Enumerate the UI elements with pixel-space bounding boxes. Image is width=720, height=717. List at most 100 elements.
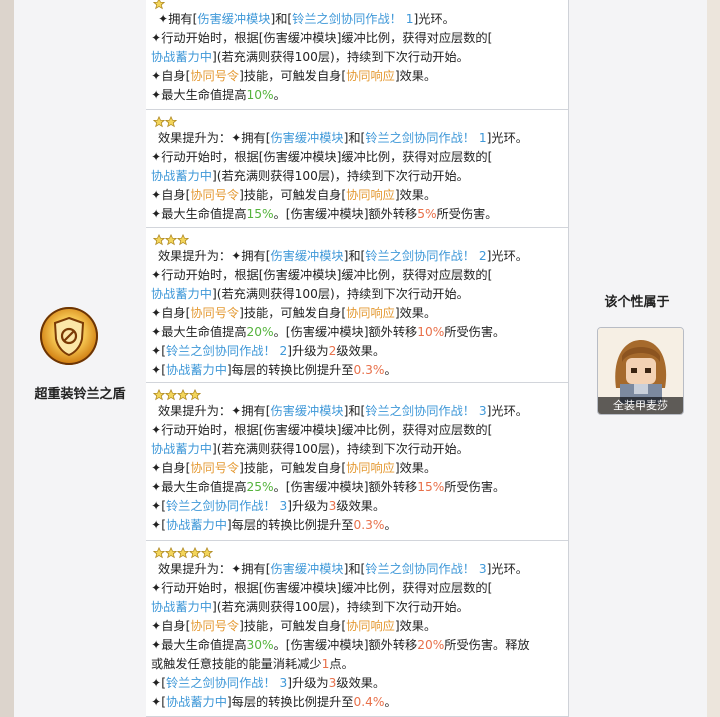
effect-line: ✦[协战蓄力中]每层的转换比例提升至0.3%。 [151, 516, 397, 535]
keyword-text: 协同号令 [190, 619, 240, 633]
effect-line: 协战蓄力中](若充满则获得100层)，持续到下次行动开始。 [151, 598, 469, 617]
effect-text: 。[伤害缓冲模块]额外转移 [273, 325, 418, 339]
star-icon [177, 547, 189, 559]
level-row-2: 效果提升为：✦拥有[伤害缓冲模块]和[铃兰之剑协同作战！ 1]光环。 ✦行动开始时… [146, 110, 568, 228]
star-icon [153, 389, 165, 401]
level-row-3: 效果提升为：✦拥有[伤害缓冲模块]和[铃兰之剑协同作战！ 2]光环。 ✦行动开始时… [146, 228, 568, 383]
effect-text: ]和[ [343, 562, 366, 576]
effect-line: 协战蓄力中](若充满则获得100层)，持续到下次行动开始。 [151, 440, 469, 459]
keyword-text: 0.3% [353, 363, 385, 377]
effect-text: 效果提升为：✦拥有[ [158, 249, 271, 263]
effect-text: 。[伤害缓冲模块]额外转移 [273, 480, 418, 494]
effect-line: ✦自身[协同号令]技能，可触发自身[协同响应]效果。 [151, 67, 436, 86]
effect-text: ](若充满则获得100层)，持续到下次行动开始。 [211, 287, 469, 301]
keyword-text: 0.4% [353, 695, 385, 709]
effect-text: ✦最大生命值提高 [151, 207, 247, 221]
effect-line: ✦自身[协同号令]技能，可触发自身[协同响应]效果。 [151, 617, 436, 636]
star-icon [153, 116, 165, 128]
keyword-text: 协战蓄力中 [151, 169, 212, 183]
effect-text: ✦行动开始时，根据[伤害缓冲模块]缓冲比例，获得对应层数的[ [151, 150, 493, 164]
effect-text: 所受伤害。 [444, 325, 506, 339]
keyword-text: 伤害缓冲模块 [270, 404, 344, 418]
effect-text: ](若充满则获得100层)，持续到下次行动开始。 [211, 600, 469, 614]
effect-line: ✦自身[协同号令]技能，可触发自身[协同响应]效果。 [151, 304, 436, 323]
effect-line: 协战蓄力中](若充满则获得100层)，持续到下次行动开始。 [151, 48, 469, 67]
effect-text: ]和[ [270, 12, 293, 26]
effect-text: ]光环。 [486, 249, 528, 263]
effect-line: ✦[铃兰之剑协同作战！ 3]升级为3级效果。 [151, 674, 385, 693]
keyword-text: 协战蓄力中 [165, 518, 227, 532]
effect-line: 效果提升为：✦拥有[伤害缓冲模块]和[铃兰之剑协同作战！ 3]光环。 [158, 402, 528, 421]
star-icon [153, 0, 165, 10]
effect-line: ✦最大生命值提高25%。[伤害缓冲模块]额外转移15%所受伤害。 [151, 478, 505, 497]
effect-line: ✦拥有[伤害缓冲模块]和[铃兰之剑协同作战！ 1]光环。 [158, 10, 455, 29]
effect-text: ✦最大生命值提高 [151, 638, 247, 652]
effect-text: ✦自身[ [151, 306, 191, 320]
effect-line: ✦[铃兰之剑协同作战！ 3]升级为3级效果。 [151, 497, 385, 516]
effect-text: ]光环。 [486, 404, 528, 418]
keyword-text: 协同响应 [346, 461, 395, 475]
effect-text: 效果提升为：✦拥有[ [158, 562, 271, 576]
effect-text: ✦[ [151, 695, 166, 709]
effect-line: ✦行动开始时，根据[伤害缓冲模块]缓冲比例，获得对应层数的[ [151, 266, 492, 285]
star-rating [153, 547, 213, 561]
keyword-text: 协同号令 [190, 69, 240, 83]
level-table: ✦拥有[伤害缓冲模块]和[铃兰之剑协同作战！ 1]光环。 ✦行动开始时，根据[伤害… [146, 0, 568, 717]
effect-text: ]技能，可触发自身[ [239, 306, 347, 320]
effect-line: 效果提升为：✦拥有[伤害缓冲模块]和[铃兰之剑协同作战！ 1]光环。 [158, 129, 528, 148]
effect-text: ✦自身[ [151, 188, 191, 202]
effect-text: 点。 [329, 657, 354, 671]
effect-text: 级效果。 [336, 344, 386, 358]
effect-text: ](若充满则获得100层)，持续到下次行动开始。 [211, 442, 469, 456]
effect-text: 级效果。 [336, 676, 386, 690]
effect-text: ✦行动开始时，根据[伤害缓冲模块]缓冲比例，获得对应层数的[ [151, 31, 493, 45]
effect-text: ]效果。 [394, 461, 437, 475]
keyword-text: 10% [417, 325, 445, 339]
effect-line: 协战蓄力中](若充满则获得100层)，持续到下次行动开始。 [151, 285, 469, 304]
effect-text: ](若充满则获得100层)，持续到下次行动开始。 [211, 50, 469, 64]
effect-line: ✦行动开始时，根据[伤害缓冲模块]缓冲比例，获得对应层数的[ [151, 29, 492, 48]
effect-text: ]光环。 [486, 131, 528, 145]
keyword-text: 协战蓄力中 [165, 363, 227, 377]
keyword-text: 铃兰之剑协同作战！ 3 [165, 676, 288, 690]
effect-text: ]技能，可触发自身[ [239, 619, 347, 633]
effect-text: ✦行动开始时，根据[伤害缓冲模块]缓冲比例，获得对应层数的[ [151, 423, 493, 437]
keyword-text: 铃兰之剑协同作战！ 3 [165, 499, 288, 513]
keyword-text: 20% [246, 325, 274, 339]
effect-text: ]每层的转换比例提升至 [226, 695, 354, 709]
effect-text: ]和[ [343, 249, 366, 263]
effect-text: ]技能，可触发自身[ [239, 188, 347, 202]
star-icon [201, 547, 213, 559]
effect-text: ]技能，可触发自身[ [239, 69, 347, 83]
effect-text: ]每层的转换比例提升至 [226, 363, 354, 377]
effect-line: ✦最大生命值提高10%。 [151, 86, 286, 105]
keyword-text: 协同响应 [346, 306, 395, 320]
star-icon [153, 547, 165, 559]
effect-text: 级效果。 [336, 499, 386, 513]
effect-text: ✦最大生命值提高 [151, 480, 247, 494]
effect-line: 协战蓄力中](若充满则获得100层)，持续到下次行动开始。 [151, 167, 469, 186]
keyword-text: 铃兰之剑协同作战！ 1 [365, 131, 487, 145]
keyword-text: 15% [246, 207, 274, 221]
effect-line: ✦最大生命值提高20%。[伤害缓冲模块]额外转移10%所受伤害。 [151, 323, 505, 342]
effect-text: ]和[ [343, 404, 366, 418]
keyword-text: 协同响应 [346, 188, 395, 202]
effect-text: 。 [384, 518, 397, 532]
star-rating [153, 116, 177, 130]
keyword-text: 协同响应 [346, 619, 395, 633]
effect-text: ]升级为 [287, 676, 329, 690]
star-rating [153, 234, 189, 248]
keyword-text: 伤害缓冲模块 [270, 131, 344, 145]
background-right [706, 0, 720, 717]
level-row-5: 效果提升为：✦拥有[伤害缓冲模块]和[铃兰之剑协同作战！ 3]光环。 ✦行动开始时… [146, 541, 568, 717]
effect-text: 效果提升为：✦拥有[ [158, 131, 271, 145]
effect-line: ✦[协战蓄力中]每层的转换比例提升至0.3%。 [151, 361, 397, 380]
effect-text: ]光环。 [486, 562, 528, 576]
character-card[interactable]: 全装甲麦莎 [597, 327, 684, 415]
keyword-text: 0.3% [353, 518, 385, 532]
keyword-text: 协战蓄力中 [151, 442, 212, 456]
effect-text: ✦[ [151, 518, 166, 532]
star-icon [153, 234, 165, 246]
keyword-text: 协战蓄力中 [151, 50, 212, 64]
keyword-text: 铃兰之剑协同作战！ 3 [365, 404, 487, 418]
